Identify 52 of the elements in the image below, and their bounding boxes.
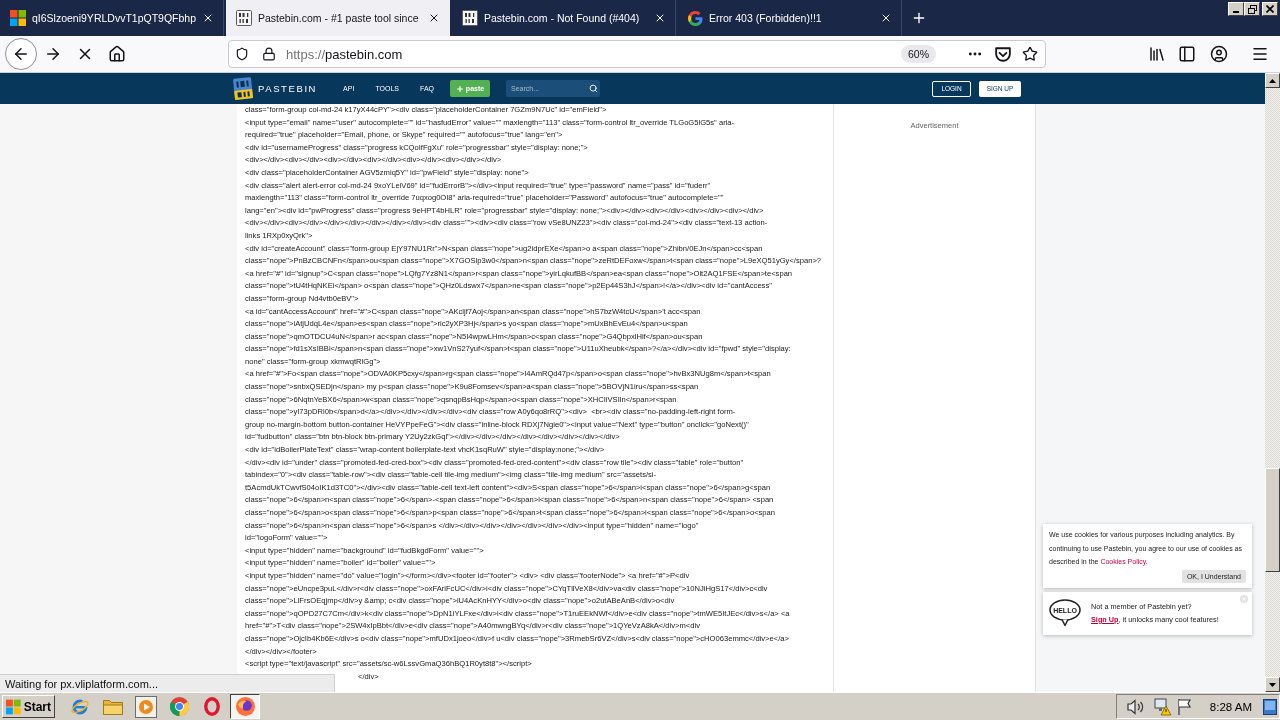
scroll-down-button[interactable]	[1265, 677, 1280, 692]
star-icon[interactable]	[1022, 46, 1038, 62]
g-logo-icon	[688, 10, 703, 26]
close-window-button[interactable]	[1262, 2, 1278, 16]
plus-icon	[455, 84, 464, 93]
down-triangle-icon	[1269, 682, 1276, 687]
document-icon	[462, 10, 478, 26]
segmented-circle-icon	[169, 697, 189, 716]
url-text: https://pastebin.com	[286, 46, 403, 62]
folder-icon	[103, 698, 123, 715]
four-squares-icon	[6, 698, 21, 715]
browser-tab[interactable]: Pastebin.com - #1 paste tool since	[226, 0, 450, 36]
flag-icon[interactable]	[1176, 697, 1193, 716]
status-message: Waiting for px.vliplatform.com...	[0, 674, 335, 692]
home-icon[interactable]	[108, 45, 126, 63]
plus-icon[interactable]	[911, 10, 927, 26]
search-icon	[588, 84, 598, 93]
forward-arrow-icon[interactable]	[44, 45, 62, 63]
account-icon[interactable]	[1210, 45, 1228, 63]
pastebin-logo-icon[interactable]	[232, 76, 254, 101]
network-warning-icon[interactable]	[1153, 697, 1172, 716]
show-desktop-icon[interactable]	[1263, 698, 1277, 715]
scrollbar-thumb[interactable]	[1265, 468, 1280, 572]
menu-icon[interactable]	[1251, 45, 1269, 63]
document-icon	[236, 10, 252, 26]
restore-button[interactable]	[1244, 2, 1260, 16]
clock: 8:28 AM	[1209, 700, 1252, 713]
pocket-icon[interactable]	[995, 46, 1011, 62]
taskbar-button[interactable]	[230, 694, 260, 719]
library-icon[interactable]	[1148, 45, 1166, 63]
back-button[interactable]	[5, 38, 37, 70]
close-icon[interactable]	[202, 12, 214, 24]
start-button[interactable]: Start	[2, 695, 55, 718]
close-icon	[1266, 5, 1274, 13]
four-squares-icon	[10, 10, 26, 26]
close-icon[interactable]	[428, 12, 440, 24]
close-icon[interactable]	[880, 12, 892, 24]
search-button[interactable]	[586, 80, 600, 97]
sidebar-icon[interactable]	[1178, 45, 1196, 63]
zoom-level-badge[interactable]: 60%	[901, 45, 936, 63]
lock-icon[interactable]	[262, 47, 276, 61]
address-bar[interactable]: https://pastebin.com 60%	[228, 40, 1046, 68]
scroll-up-button[interactable]	[1265, 73, 1280, 88]
ring-icon	[204, 697, 220, 716]
minimize-button[interactable]	[1228, 2, 1244, 16]
site-logo-text[interactable]: PASTEBIN	[258, 83, 318, 94]
up-triangle-icon	[1269, 78, 1276, 83]
flame-globe-icon	[235, 697, 255, 716]
restore-icon	[1247, 4, 1257, 14]
speaker-icon[interactable]	[1126, 698, 1145, 715]
close-icon[interactable]	[654, 12, 666, 24]
shield-icon[interactable]	[235, 47, 249, 61]
